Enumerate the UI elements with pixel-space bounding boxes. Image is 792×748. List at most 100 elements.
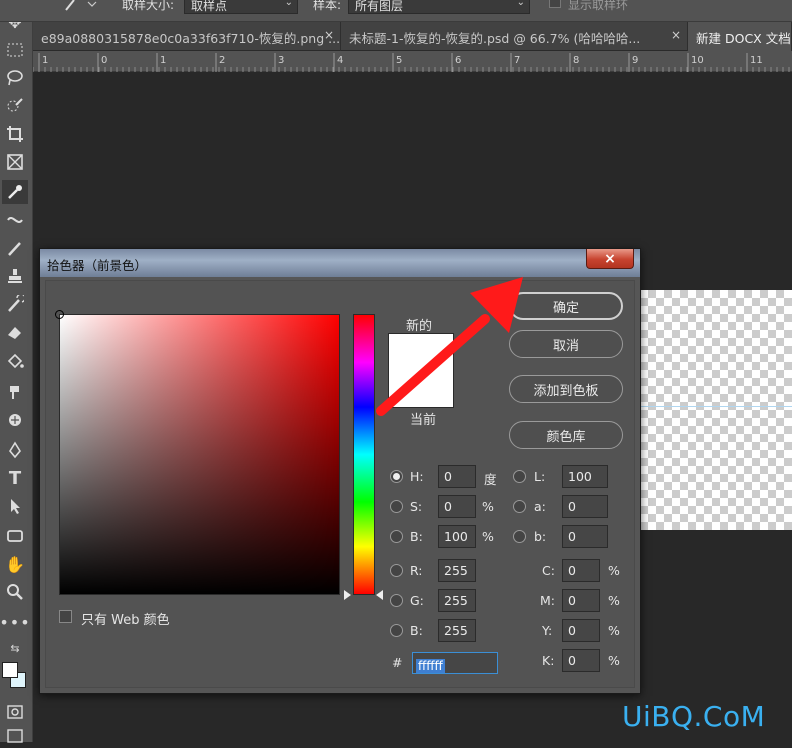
brush-tool-icon[interactable] <box>2 236 28 260</box>
blur-tool-icon[interactable] <box>2 380 28 404</box>
radio-a-channel[interactable] <box>513 500 526 513</box>
hue-label: H: <box>410 469 424 484</box>
a-channel-input[interactable]: 0 <box>562 495 608 518</box>
lasso-tool-icon[interactable] <box>2 66 28 90</box>
ruler-label: 4 <box>337 55 343 66</box>
tab-psd-document[interactable]: 未标题-1-恢复的-恢复的.psd @ 66.7% (哈哈哈哈... × <box>341 22 688 51</box>
saturation-brightness-field[interactable] <box>59 314 340 595</box>
b-channel-input[interactable]: 0 <box>562 525 608 548</box>
close-icon[interactable]: × <box>671 28 681 42</box>
tool-preset-picker[interactable] <box>58 0 100 16</box>
hex-input[interactable]: ffffff <box>412 652 498 674</box>
tab-docx-document[interactable]: 新建 DOCX 文档 <box>688 22 792 51</box>
rectangle-tool-icon[interactable] <box>2 524 28 548</box>
radio-hue[interactable] <box>390 470 403 483</box>
hue-input[interactable]: 0 <box>438 465 476 488</box>
magenta-input[interactable]: 0 <box>562 589 600 612</box>
ruler-label: 1 <box>160 55 166 66</box>
tab-png-document[interactable]: e89a0880315878e0c0a33f63f710-恢复的.png ...… <box>33 22 341 51</box>
paint-bucket-tool-icon[interactable] <box>2 350 28 374</box>
sample-size-label: 取样大小: <box>122 0 175 12</box>
hand-tool-icon[interactable]: ✋ <box>2 552 28 576</box>
pen-tool-icon[interactable] <box>2 438 28 462</box>
hue-slider-right-handle-icon[interactable] <box>376 590 383 600</box>
hue-slider-left-handle-icon[interactable] <box>344 590 351 600</box>
green-input[interactable]: 255 <box>438 589 476 612</box>
stamp-tool-icon[interactable] <box>2 264 28 288</box>
screen-mode-icon[interactable] <box>2 724 28 748</box>
ruler-label: 3 <box>278 55 284 66</box>
brightness-label: B: <box>410 529 423 544</box>
zoom-tool-icon[interactable] <box>2 580 28 604</box>
yellow-input[interactable]: 0 <box>562 619 600 642</box>
black-label: K: <box>542 653 555 668</box>
transparent-canvas <box>640 290 792 530</box>
radio-brightness[interactable] <box>390 530 403 543</box>
web-colors-only-label: 只有 Web 颜色 <box>81 613 170 628</box>
ruler-label: 0 <box>101 55 107 66</box>
radio-blue[interactable] <box>390 624 403 637</box>
color-marker[interactable] <box>55 310 64 319</box>
radio-saturation[interactable] <box>390 500 403 513</box>
a-channel-label: a: <box>534 499 546 514</box>
magenta-label: M: <box>540 593 555 608</box>
radio-red[interactable] <box>390 564 403 577</box>
blue-input[interactable]: 255 <box>438 619 476 642</box>
green-label: G: <box>410 593 424 608</box>
black-input[interactable]: 0 <box>562 649 600 672</box>
close-icon: × <box>604 250 616 267</box>
cyan-input[interactable]: 0 <box>562 559 600 582</box>
dodge-tool-icon[interactable] <box>2 408 28 432</box>
add-to-swatches-label: 添加到色板 <box>533 383 599 399</box>
more-tools-icon[interactable]: ••• <box>0 610 30 634</box>
quick-mask-icon[interactable] <box>2 700 28 724</box>
marquee-tool-icon[interactable] <box>2 38 28 62</box>
cyan-unit: % <box>608 563 620 578</box>
sample-label: 样本: <box>313 0 342 12</box>
watermark-logo: UiBQ.CoM <box>622 700 766 733</box>
foreground-color-swatch[interactable] <box>2 662 18 678</box>
eyedropper-tool-icon[interactable] <box>2 180 28 204</box>
tab-label: 未标题-1-恢复的-恢复的.psd @ 66.7% (哈哈哈哈... <box>349 31 641 46</box>
path-select-tool-icon[interactable] <box>2 494 28 518</box>
saturation-input[interactable]: 0 <box>438 495 476 518</box>
options-bar: 取样大小: 取样点 ⌄ 样本: 所有图层 ⌄ 显示取样环 <box>0 0 792 22</box>
tab-label: e89a0880315878e0c0a33f63f710-恢复的.png ... <box>41 31 341 46</box>
web-colors-only-checkbox[interactable] <box>59 610 72 623</box>
close-icon[interactable]: × <box>324 28 334 42</box>
blue-label: B: <box>410 623 423 638</box>
ruler-label: 8 <box>573 55 579 66</box>
radio-b-channel[interactable] <box>513 530 526 543</box>
color-libraries-label: 颜色库 <box>546 429 586 445</box>
healing-tool-icon[interactable] <box>2 208 28 232</box>
radio-green[interactable] <box>390 594 403 607</box>
show-sampling-ring-label: 显示取样环 <box>568 0 629 12</box>
eraser-tool-icon[interactable] <box>2 320 28 344</box>
quick-select-tool-icon[interactable] <box>2 94 28 118</box>
radio-lightness[interactable] <box>513 470 526 483</box>
cancel-button-label: 取消 <box>552 338 579 354</box>
frame-tool-icon[interactable] <box>2 150 28 174</box>
brightness-input[interactable]: 100 <box>438 525 476 548</box>
history-brush-tool-icon[interactable] <box>2 292 28 316</box>
tab-label: 新建 DOCX 文档 <box>696 31 791 46</box>
brightness-unit: % <box>482 529 494 544</box>
chevron-down-icon: ⌄ <box>516 0 525 8</box>
dialog-titlebar[interactable]: 拾色器（前景色） × <box>40 249 640 277</box>
show-sampling-ring-checkbox[interactable] <box>549 0 561 8</box>
sample-select[interactable]: 所有图层 ⌄ <box>348 0 530 14</box>
hue-slider[interactable] <box>353 314 375 595</box>
crop-tool-icon[interactable] <box>2 122 28 146</box>
type-tool-icon[interactable]: T <box>2 466 28 490</box>
lightness-input[interactable]: 100 <box>562 465 608 488</box>
magenta-unit: % <box>608 593 620 608</box>
sample-size-select[interactable]: 取样点 ⌄ <box>184 0 298 14</box>
swap-colors-icon[interactable]: ⇆ <box>2 636 28 660</box>
dialog-body: 只有 Web 颜色 新的 当前 确定 取消 添加到色板 颜色库 H: 0 度 S… <box>45 277 635 688</box>
tools-panel: ✥ T ✋ ••• ⇆ <box>0 0 33 743</box>
red-label: R: <box>410 563 423 578</box>
color-libraries-button[interactable]: 颜色库 <box>509 421 623 449</box>
red-input[interactable]: 255 <box>438 559 476 582</box>
close-button[interactable]: × <box>586 249 634 269</box>
yellow-unit: % <box>608 623 620 638</box>
